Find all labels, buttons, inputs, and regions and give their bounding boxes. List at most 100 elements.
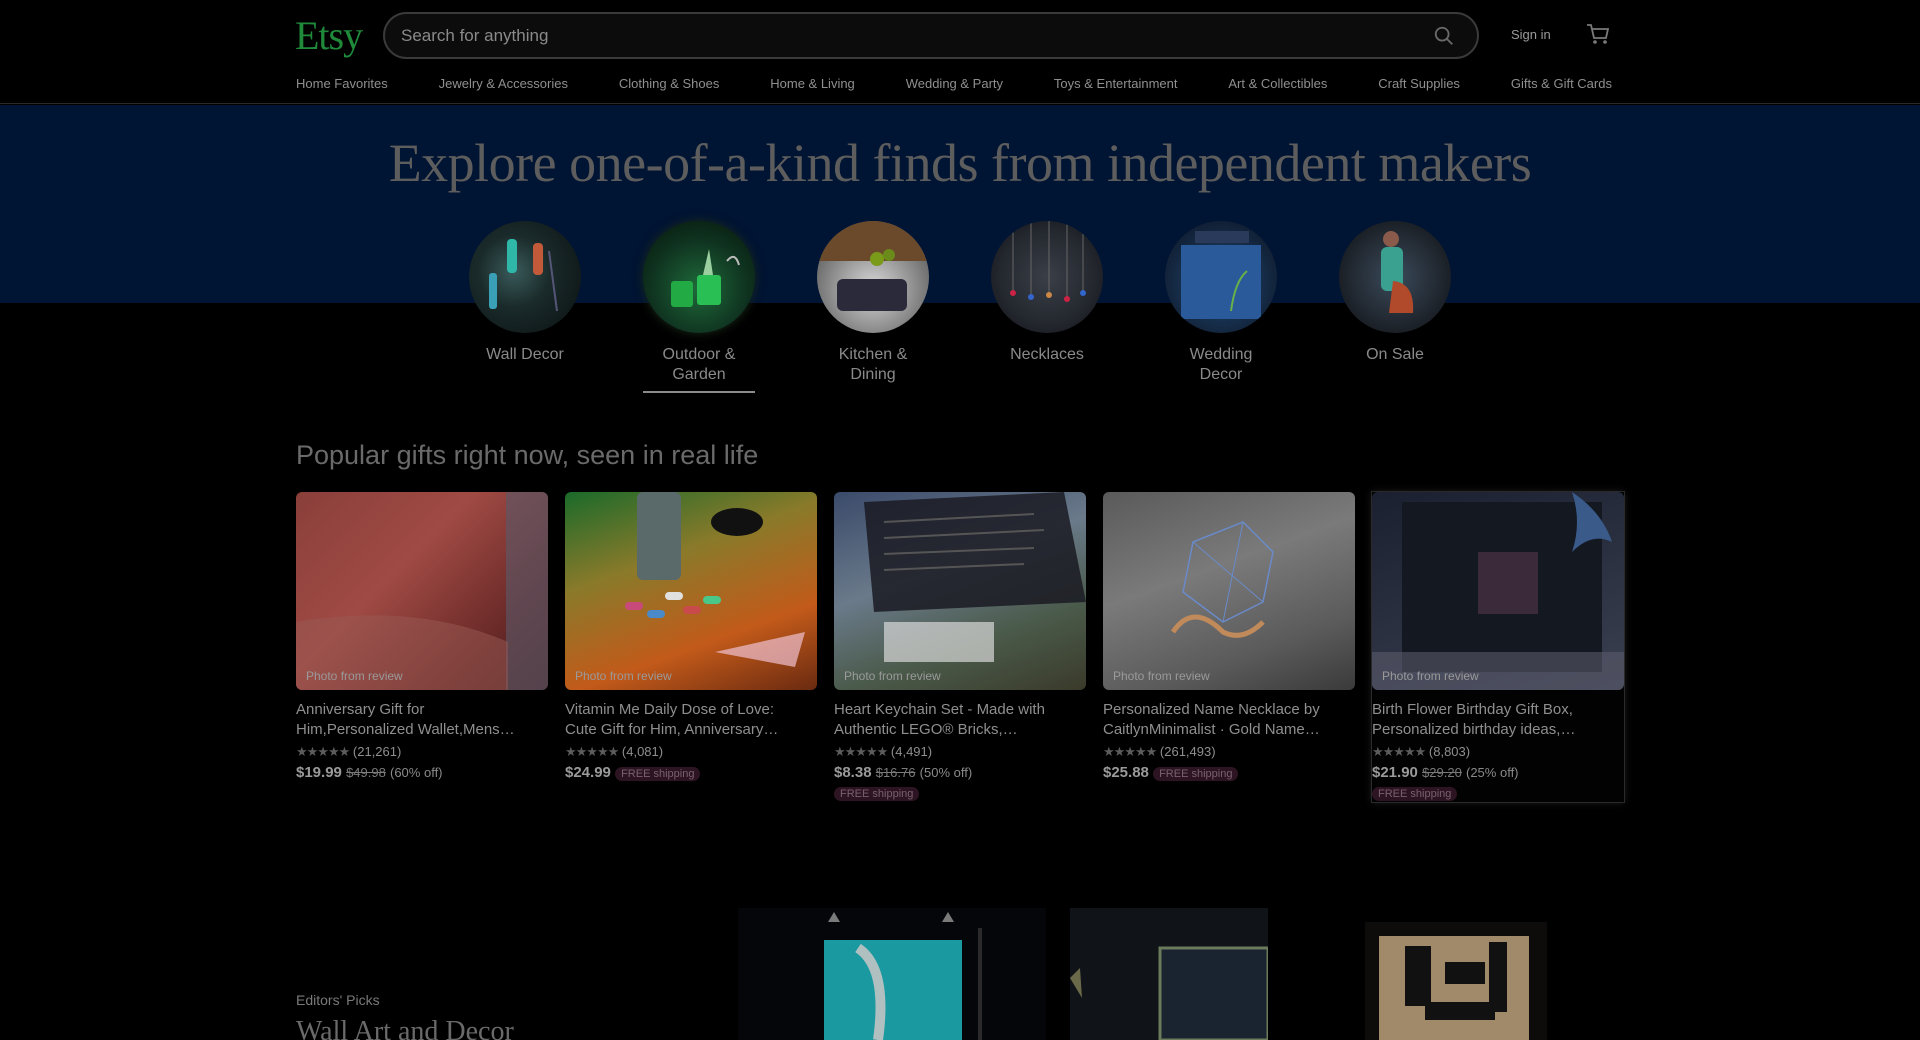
circle-wedding-decor[interactable]: Wedding Decor bbox=[1151, 221, 1291, 385]
editors-picks-label: Editors' Picks bbox=[296, 992, 380, 1008]
wall-decor-image bbox=[489, 239, 558, 312]
wall-art-image-2[interactable] bbox=[1070, 908, 1270, 1040]
kitchen-image bbox=[817, 221, 929, 311]
etsy-logo[interactable]: Etsy bbox=[295, 12, 363, 59]
free-shipping-badge: FREE shipping bbox=[1153, 767, 1239, 781]
nav-item-home-favorites[interactable]: Home Favorites bbox=[296, 76, 388, 91]
review-count: (21,261) bbox=[352, 744, 402, 759]
original-price: $16.76 bbox=[875, 765, 916, 780]
badge-line: FREE shipping bbox=[1372, 784, 1624, 802]
search-input[interactable] bbox=[401, 24, 1401, 48]
review-count: (261,493) bbox=[1159, 744, 1216, 759]
free-shipping-badge: FREE shipping bbox=[1372, 787, 1458, 801]
search-bar[interactable] bbox=[383, 12, 1479, 59]
circle-image bbox=[1165, 221, 1277, 333]
circle-image bbox=[817, 221, 929, 333]
search-icon[interactable] bbox=[1433, 25, 1455, 47]
review-count: (4,491) bbox=[890, 744, 933, 759]
keychain-photo bbox=[864, 492, 1086, 662]
circle-outdoor-garden[interactable]: Outdoor & Garden bbox=[629, 221, 769, 393]
nav-item-gifts[interactable]: Gifts & Gift Cards bbox=[1511, 76, 1612, 91]
stars-icon: ★★★★★ bbox=[565, 744, 619, 759]
circle-label: Kitchen & Dining bbox=[838, 346, 908, 383]
price: $8.38 bbox=[834, 764, 872, 781]
nav-item-art[interactable]: Art & Collectibles bbox=[1228, 76, 1327, 91]
review-count: (4,081) bbox=[621, 744, 664, 759]
sign-in-link[interactable]: Sign in bbox=[1511, 27, 1551, 42]
product-title[interactable]: Personalized Name Necklace by CaitlynMini… bbox=[1103, 700, 1355, 740]
nav-item-home-living[interactable]: Home & Living bbox=[770, 76, 855, 91]
price-row: $24.99 FREE shipping bbox=[565, 764, 817, 781]
wall-art-image-3[interactable] bbox=[1365, 922, 1547, 1040]
product-title[interactable]: Birth Flower Birthday Gift Box, Personali… bbox=[1372, 700, 1624, 740]
nav-item-jewelry[interactable]: Jewelry & Accessories bbox=[439, 76, 568, 91]
price: $19.99 bbox=[296, 764, 342, 781]
circle-image bbox=[991, 221, 1103, 333]
product-card-hovered[interactable]: Photo from review Birth Flower Birthday … bbox=[1371, 491, 1625, 803]
price-row: $8.38 $16.76 (50% off) bbox=[834, 764, 1086, 781]
wall-art-photo bbox=[1070, 946, 1270, 1040]
product-card[interactable]: Photo from review Personalized Name Neck… bbox=[1103, 492, 1355, 781]
photo-from-review-tag: Photo from review bbox=[306, 669, 403, 683]
product-rating: ★★★★★ (21,261) bbox=[296, 744, 548, 760]
product-image[interactable]: Photo from review bbox=[834, 492, 1086, 690]
nav-item-craft[interactable]: Craft Supplies bbox=[1378, 76, 1460, 91]
circle-image bbox=[469, 221, 581, 333]
photo-from-review-tag: Photo from review bbox=[575, 669, 672, 683]
product-rating: ★★★★★ (4,081) bbox=[565, 744, 817, 760]
review-count: (8,803) bbox=[1428, 744, 1471, 759]
free-shipping-badge: FREE shipping bbox=[834, 787, 920, 801]
product-image[interactable]: Photo from review bbox=[1103, 492, 1355, 690]
nav-item-clothing[interactable]: Clothing & Shoes bbox=[619, 76, 719, 91]
circle-label: Wall Decor bbox=[486, 346, 564, 363]
product-card[interactable]: Photo from review Heart Keychain Set - M… bbox=[834, 492, 1086, 802]
wall-art-image-1[interactable] bbox=[738, 908, 1046, 1040]
gift-box-photo bbox=[1372, 492, 1624, 690]
product-image[interactable]: Photo from review bbox=[1372, 492, 1624, 690]
circle-necklaces[interactable]: Necklaces bbox=[977, 221, 1117, 365]
circle-wall-decor[interactable]: Wall Decor bbox=[455, 221, 595, 365]
stars-icon: ★★★★★ bbox=[834, 744, 888, 759]
editors-picks-title: Wall Art and Decor bbox=[296, 1016, 514, 1040]
product-title[interactable]: Vitamin Me Daily Dose of Love: Cute Gift … bbox=[565, 700, 817, 740]
circle-label: On Sale bbox=[1366, 346, 1424, 363]
product-card[interactable]: Photo from review Anniversary Gift for Hi… bbox=[296, 492, 548, 781]
photo-from-review-tag: Photo from review bbox=[844, 669, 941, 683]
product-rating: ★★★★★ (8,803) bbox=[1372, 744, 1624, 760]
free-shipping-badge: FREE shipping bbox=[615, 767, 701, 781]
circle-label: Wedding Decor bbox=[1189, 346, 1253, 383]
active-underline bbox=[643, 391, 755, 393]
product-card[interactable]: Photo from review Vitamin Me Daily Dose … bbox=[565, 492, 817, 781]
original-price: $29.20 bbox=[1422, 765, 1462, 780]
photo-from-review-tag: Photo from review bbox=[1382, 669, 1479, 683]
product-rating: ★★★★★ (4,491) bbox=[834, 744, 1086, 760]
discount: (60% off) bbox=[390, 765, 443, 780]
price-row: $19.99 $49.98 (60% off) bbox=[296, 764, 548, 781]
price: $21.90 bbox=[1372, 764, 1418, 781]
discount: (25% off) bbox=[1466, 765, 1519, 780]
circle-kitchen-dining[interactable]: Kitchen & Dining bbox=[803, 221, 943, 385]
nav-item-toys[interactable]: Toys & Entertainment bbox=[1054, 76, 1178, 91]
wallet-photo bbox=[296, 492, 548, 690]
necklaces-image bbox=[1010, 221, 1086, 302]
product-image[interactable]: Photo from review bbox=[296, 492, 548, 690]
circle-image bbox=[1339, 221, 1451, 333]
product-title[interactable]: Heart Keychain Set - Made with Authentic … bbox=[834, 700, 1086, 740]
cart-icon[interactable] bbox=[1585, 21, 1611, 47]
wall-art-photo bbox=[1379, 936, 1529, 1040]
nav-item-wedding[interactable]: Wedding & Party bbox=[906, 76, 1003, 91]
price-row: $25.88 FREE shipping bbox=[1103, 764, 1355, 781]
stars-icon: ★★★★★ bbox=[1103, 744, 1157, 759]
circle-label: Outdoor & Garden bbox=[662, 346, 736, 383]
product-title[interactable]: Anniversary Gift for Him,Personalized Wal… bbox=[296, 700, 548, 740]
popular-section-title: Popular gifts right now, seen in real li… bbox=[296, 440, 759, 470]
garden-image bbox=[671, 249, 740, 307]
original-price: $49.98 bbox=[346, 765, 386, 780]
necklace-photo bbox=[1170, 521, 1274, 638]
circle-on-sale[interactable]: On Sale bbox=[1325, 221, 1465, 365]
category-nav: Home Favorites Jewelry & Accessories Clo… bbox=[296, 76, 1612, 91]
product-image[interactable]: Photo from review bbox=[565, 492, 817, 690]
stars-icon: ★★★★★ bbox=[1372, 744, 1426, 759]
hero-title: Explore one-of-a-kind finds from indepen… bbox=[388, 133, 1532, 193]
product-rating: ★★★★★ (261,493) bbox=[1103, 744, 1355, 760]
